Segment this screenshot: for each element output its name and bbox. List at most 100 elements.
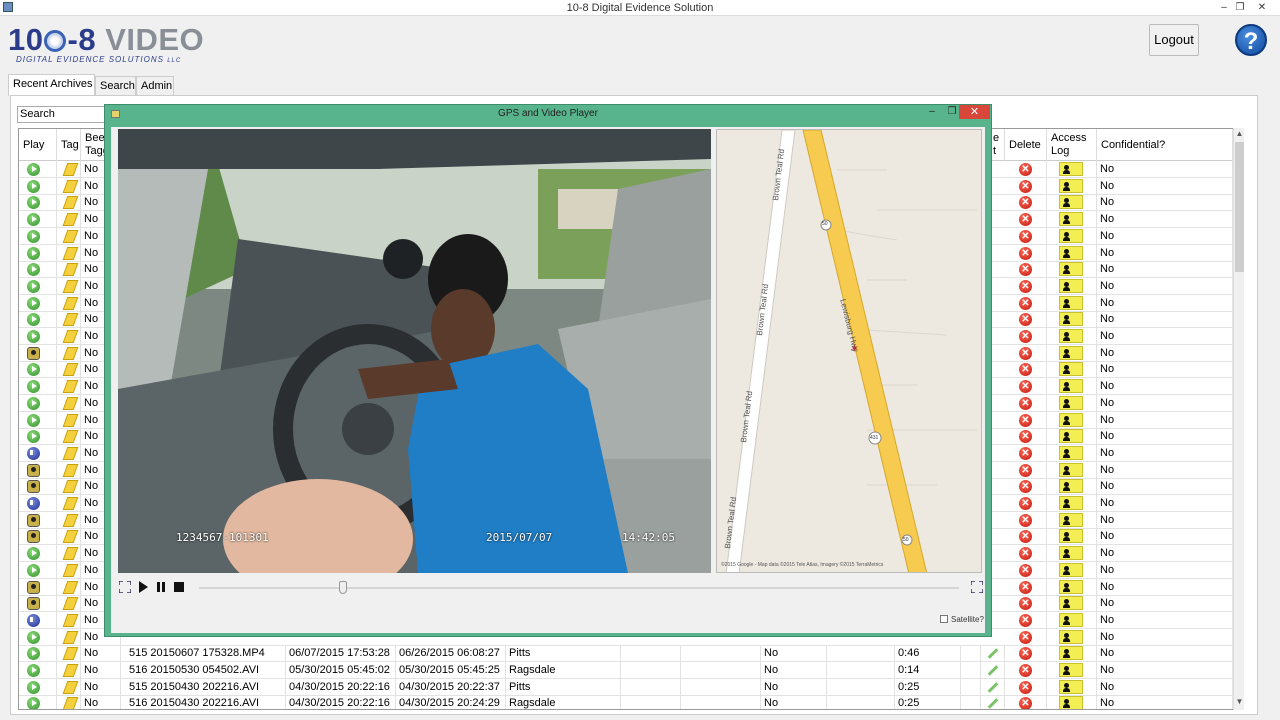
close-button[interactable]: ✕ <box>1250 0 1274 15</box>
access-log-icon[interactable] <box>1059 479 1083 494</box>
play-icon[interactable] <box>27 213 40 227</box>
tag-icon[interactable] <box>62 513 79 527</box>
access-log-icon[interactable] <box>1059 195 1083 210</box>
camera-icon[interactable] <box>27 530 40 544</box>
tag-icon[interactable] <box>62 346 79 360</box>
access-log-icon[interactable] <box>1059 612 1083 627</box>
access-log-icon[interactable] <box>1059 345 1083 360</box>
access-log-icon[interactable] <box>1059 212 1083 227</box>
access-log-icon[interactable] <box>1059 663 1083 677</box>
delete-icon[interactable]: ✕ <box>1019 213 1032 227</box>
tag-icon[interactable] <box>62 380 79 394</box>
tag-icon[interactable] <box>62 630 79 644</box>
edit-pencil-icon[interactable] <box>987 698 999 709</box>
help-icon[interactable]: ? <box>1235 24 1267 56</box>
access-log-icon[interactable] <box>1059 262 1083 277</box>
access-log-icon[interactable] <box>1059 546 1083 561</box>
audio-icon[interactable] <box>27 497 40 510</box>
search-input[interactable]: Search <box>17 106 107 123</box>
access-log-icon[interactable] <box>1059 679 1083 694</box>
play-icon[interactable] <box>27 647 40 661</box>
camera-icon[interactable] <box>27 597 40 611</box>
play-icon[interactable] <box>27 680 40 694</box>
access-log-icon[interactable] <box>1059 178 1083 193</box>
table-scrollbar[interactable]: ▲ ▼ <box>1233 128 1244 710</box>
tag-icon[interactable] <box>62 179 79 193</box>
camera-icon[interactable] <box>27 346 40 360</box>
satellite-checkbox[interactable] <box>940 615 948 623</box>
delete-icon[interactable]: ✕ <box>1019 664 1032 677</box>
tag-icon[interactable] <box>62 430 79 444</box>
edit-pencil-icon[interactable] <box>987 681 999 693</box>
header-tag[interactable]: Tag <box>57 129 81 161</box>
delete-icon[interactable]: ✕ <box>1019 279 1032 293</box>
tab-admin[interactable]: Admin <box>136 76 174 96</box>
delete-icon[interactable]: ✕ <box>1019 597 1032 611</box>
header-access-log[interactable]: Access Log <box>1047 129 1097 161</box>
camera-icon[interactable] <box>27 463 40 477</box>
audio-icon[interactable] <box>27 613 40 627</box>
delete-icon[interactable]: ✕ <box>1019 346 1032 360</box>
delete-icon[interactable]: ✕ <box>1019 196 1032 210</box>
tag-icon[interactable] <box>62 613 79 627</box>
seek-bar[interactable] <box>199 581 959 594</box>
access-log-icon[interactable] <box>1059 445 1083 460</box>
delete-icon[interactable]: ✕ <box>1019 530 1032 544</box>
tab-search[interactable]: Search <box>95 76 136 96</box>
camera-icon[interactable] <box>27 580 40 594</box>
camera-icon[interactable] <box>27 480 40 494</box>
delete-icon[interactable]: ✕ <box>1019 580 1032 594</box>
tag-icon[interactable] <box>62 263 79 277</box>
tag-icon[interactable] <box>62 330 79 343</box>
pause-icon[interactable] <box>155 581 167 593</box>
scroll-down-icon[interactable]: ▼ <box>1234 696 1245 708</box>
video-view[interactable]: 1234567-101301 2015/07/07 14:42:05 <box>118 129 711 573</box>
gps-map[interactable]: ✶ Brown Teal Rd Brown Teal Rd Brown Teal… <box>716 129 982 573</box>
play-icon[interactable] <box>27 279 40 293</box>
player-close-button[interactable]: ✕ <box>959 105 990 119</box>
delete-icon[interactable]: ✕ <box>1019 547 1032 561</box>
play-icon[interactable] <box>27 313 40 327</box>
play-icon[interactable] <box>27 330 40 343</box>
delete-icon[interactable]: ✕ <box>1019 246 1032 260</box>
delete-icon[interactable]: ✕ <box>1019 330 1032 343</box>
access-log-icon[interactable] <box>1059 295 1083 310</box>
play-icon[interactable] <box>137 581 149 593</box>
satellite-toggle[interactable]: Satellite? <box>940 615 984 624</box>
fullscreen-icon[interactable] <box>119 581 131 593</box>
tag-icon[interactable] <box>62 463 79 477</box>
tag-icon[interactable] <box>62 497 79 510</box>
header-play[interactable]: Play <box>19 129 57 161</box>
tag-icon[interactable] <box>62 446 79 460</box>
access-log-icon[interactable] <box>1059 395 1083 410</box>
access-log-icon[interactable] <box>1059 312 1083 327</box>
scrollbar-thumb[interactable] <box>1235 142 1244 272</box>
header-edit[interactable]: e t <box>993 129 1005 161</box>
delete-icon[interactable]: ✕ <box>1019 513 1032 527</box>
play-icon[interactable] <box>27 563 40 577</box>
access-log-icon[interactable] <box>1059 696 1083 709</box>
delete-icon[interactable]: ✕ <box>1019 630 1032 644</box>
delete-icon[interactable]: ✕ <box>1019 463 1032 477</box>
delete-icon[interactable]: ✕ <box>1019 497 1032 510</box>
access-log-icon[interactable] <box>1059 496 1083 510</box>
access-log-icon[interactable] <box>1059 412 1083 427</box>
delete-icon[interactable]: ✕ <box>1019 480 1032 494</box>
delete-icon[interactable]: ✕ <box>1019 647 1032 661</box>
access-log-icon[interactable] <box>1059 529 1083 544</box>
tag-icon[interactable] <box>62 413 79 427</box>
access-log-icon[interactable] <box>1059 278 1083 293</box>
tag-icon[interactable] <box>62 597 79 611</box>
access-log-icon[interactable] <box>1059 162 1083 176</box>
tag-icon[interactable] <box>62 246 79 260</box>
access-log-icon[interactable] <box>1059 429 1083 444</box>
delete-icon[interactable]: ✕ <box>1019 163 1032 176</box>
seek-thumb[interactable] <box>339 581 347 594</box>
tag-icon[interactable] <box>62 563 79 577</box>
play-icon[interactable] <box>27 396 40 410</box>
delete-icon[interactable]: ✕ <box>1019 613 1032 627</box>
stop-icon[interactable] <box>173 581 185 593</box>
delete-icon[interactable]: ✕ <box>1019 563 1032 577</box>
edit-pencil-icon[interactable] <box>987 665 999 676</box>
header-delete[interactable]: Delete <box>1005 129 1047 161</box>
